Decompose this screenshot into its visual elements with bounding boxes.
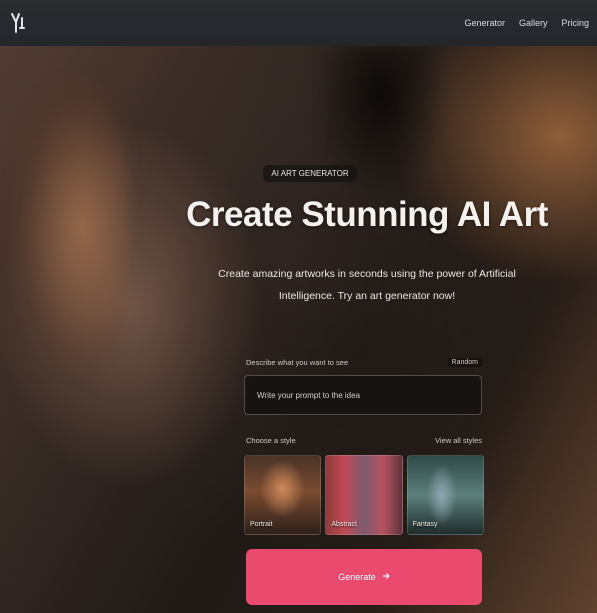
generate-button[interactable]: Generate xyxy=(246,549,482,605)
arrow-right-icon xyxy=(382,572,390,582)
hero-description: Create amazing artworks in seconds using… xyxy=(218,268,516,302)
hero-badge: AI ART GENERATOR xyxy=(263,165,357,182)
nav-link-generator[interactable]: Generator xyxy=(464,18,505,28)
styles-header: Choose a style View all styles xyxy=(246,436,482,445)
style-card-fantasy[interactable]: Fantasy xyxy=(406,455,484,535)
style-card-label: Portrait xyxy=(250,521,273,528)
main-nav: Generator Gallery Pricing xyxy=(464,18,589,28)
prompt-input[interactable] xyxy=(244,375,482,415)
prompt-header: Describe what you want to see Random xyxy=(246,358,482,367)
nav-link-gallery[interactable]: Gallery xyxy=(519,18,548,28)
styles-label: Choose a style xyxy=(246,436,296,445)
view-all-styles-link[interactable]: View all styles xyxy=(435,436,482,445)
style-card-label: Fantasy xyxy=(412,521,438,528)
random-prompt-button[interactable]: Random xyxy=(447,358,482,367)
top-bar: Generator Gallery Pricing xyxy=(0,0,597,46)
style-cards: Portrait Abstract Fantasy xyxy=(244,455,484,535)
generate-button-label: Generate xyxy=(338,572,376,582)
prompt-label: Describe what you want to see xyxy=(246,358,349,367)
style-card-abstract[interactable]: Abstract xyxy=(325,455,403,535)
style-card-portrait[interactable]: Portrait xyxy=(244,455,322,535)
nav-link-pricing[interactable]: Pricing xyxy=(561,18,589,28)
brand-logo-icon[interactable] xyxy=(8,8,30,38)
style-card-label: Abstract xyxy=(331,521,358,528)
hero-title: Create Stunning AI Art xyxy=(186,195,548,234)
